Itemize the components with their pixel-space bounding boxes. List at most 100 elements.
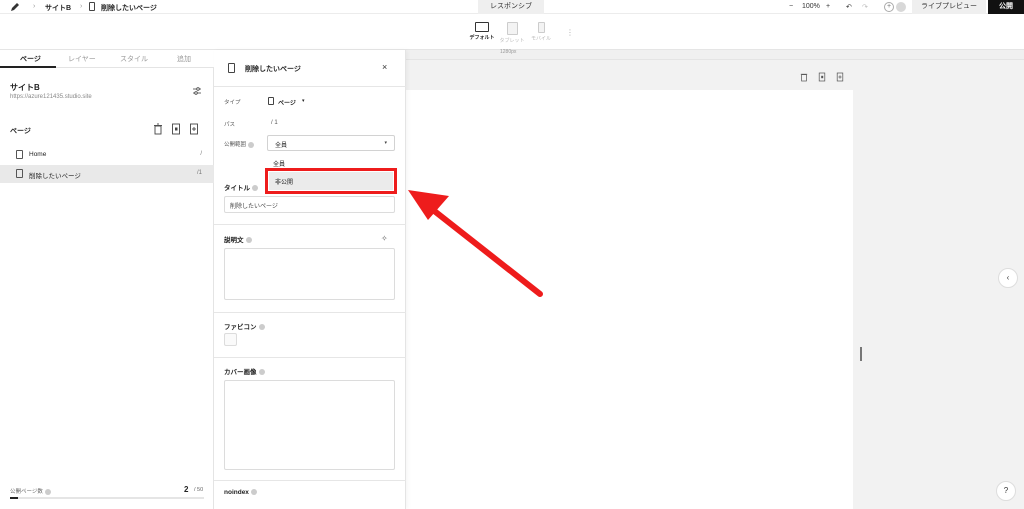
page-icon [16, 150, 23, 159]
site-name: サイトB [10, 83, 40, 92]
ruler-width-label: 1280px [500, 49, 517, 55]
published-pages-max: / 50 [194, 487, 204, 493]
device-bar: デフォルト タブレット モバイル ⋮ [0, 14, 1024, 50]
tab-styles[interactable]: スタイル [120, 54, 148, 64]
redo-icon[interactable]: ↷ [862, 3, 868, 11]
tablet-icon [506, 22, 518, 35]
publish-button[interactable]: 公開 [988, 0, 1024, 14]
divider [214, 224, 406, 225]
live-preview-button[interactable]: ライブプレビュー [912, 0, 986, 14]
ai-sparkle-icon[interactable]: ✧ [381, 234, 388, 243]
settings-title: 削除したいページ [245, 66, 301, 73]
noindex-label-text: noindex [224, 489, 249, 496]
left-tabs: ページ レイヤー スタイル 追加 [0, 50, 214, 68]
chevron-right-icon: › [80, 3, 83, 10]
divider [214, 357, 406, 358]
breadcrumb-page[interactable]: 削除したいページ [101, 3, 157, 13]
resize-handle[interactable] [860, 347, 862, 361]
path-label: パス [224, 122, 236, 128]
help-icon[interactable] [258, 369, 265, 376]
help-icon[interactable] [245, 237, 252, 244]
divider [214, 480, 406, 481]
collapse-panel-button[interactable]: ‹ [998, 268, 1018, 288]
chevron-down-icon[interactable]: ▾ [302, 98, 305, 104]
description-textarea[interactable] [224, 248, 395, 300]
canvas-duplicate-icon[interactable] [818, 72, 826, 82]
top-bar: › サイトB › 削除したいページ レスポンシブ − 100% + ↶ ↷ + … [0, 0, 1024, 14]
option-everyone[interactable]: 全員 [273, 159, 285, 168]
cover-image-label: カバー画像 [224, 366, 265, 376]
page-list-item[interactable]: 削除したいページ /1 [0, 165, 214, 183]
zoom-out-button[interactable]: − [789, 3, 793, 10]
published-pages-count: 2 [184, 485, 189, 494]
mobile-icon [537, 22, 545, 33]
favicon-label: ファビコン [224, 321, 265, 331]
highlight-box [265, 168, 397, 194]
device-tablet-label: タブレット [499, 38, 525, 44]
help-icon[interactable] [248, 141, 255, 148]
title-label-text: タイトル [224, 185, 250, 192]
divider [214, 86, 406, 87]
canvas-trash-icon[interactable] [800, 72, 808, 82]
help-icon[interactable] [258, 324, 265, 331]
breadcrumb-site[interactable]: サイトB [45, 3, 71, 13]
duplicate-page-icon[interactable] [171, 123, 181, 135]
visibility-value: 全員 [275, 143, 288, 149]
settings-sliders-icon[interactable] [192, 86, 202, 96]
zoom-level[interactable]: 100% [802, 3, 820, 10]
tab-pages[interactable]: ページ [20, 54, 41, 64]
published-pages-progress [10, 497, 204, 499]
avatar[interactable] [896, 2, 906, 12]
responsive-tab[interactable]: レスポンシブ [478, 0, 544, 14]
cover-image-label-text: カバー画像 [224, 369, 257, 376]
noindex-label: noindex [224, 489, 257, 496]
page-list-item[interactable]: Home / [0, 146, 214, 164]
title-label: タイトル [224, 182, 258, 192]
help-icon[interactable] [252, 185, 258, 192]
zoom-in-button[interactable]: + [826, 3, 830, 10]
path-value[interactable]: / 1 [271, 120, 278, 126]
more-icon[interactable]: ⋮ [566, 28, 574, 37]
trash-icon[interactable] [153, 123, 163, 135]
canvas-page[interactable] [406, 90, 853, 509]
edit-pencil-icon[interactable] [10, 2, 20, 12]
help-icon[interactable] [44, 488, 51, 495]
title-input[interactable]: 削除したいページ [224, 196, 395, 213]
device-mobile-label: モバイル [530, 36, 551, 42]
visibility-select[interactable]: 全員 ▾ [267, 135, 395, 151]
left-panel: ページ レイヤー スタイル 追加 サイトB https://azure12143… [0, 50, 214, 509]
device-default-label: デフォルト [469, 35, 495, 41]
pages-heading: ページ [10, 128, 31, 135]
help-button[interactable]: ? [996, 481, 1016, 501]
chevron-right-icon: › [33, 3, 36, 10]
published-pages-progress-fill [10, 497, 18, 499]
add-page-icon[interactable] [189, 123, 199, 135]
favicon-upload[interactable] [224, 333, 237, 346]
description-label: 説明文 [224, 234, 252, 244]
divider [214, 312, 406, 313]
canvas-add-page-icon[interactable] [836, 72, 844, 82]
close-button[interactable]: × [382, 62, 387, 72]
page-path: /1 [196, 170, 202, 176]
type-label: タイプ [224, 100, 241, 106]
desktop-icon [475, 22, 489, 32]
site-url[interactable]: https://azure121435.studio.site [10, 94, 92, 100]
undo-icon[interactable]: ↶ [846, 3, 852, 11]
favicon-label-text: ファビコン [224, 324, 257, 331]
published-pages-label: 公開ページ数 [10, 487, 51, 495]
tab-add[interactable]: 追加 [177, 54, 191, 64]
tab-layers[interactable]: レイヤー [68, 54, 96, 64]
page-icon [16, 169, 23, 178]
page-name: 削除したいページ [29, 173, 81, 180]
device-default[interactable]: デフォルト [465, 22, 499, 41]
add-collaborator-icon[interactable]: + [884, 2, 894, 12]
device-mobile[interactable]: モバイル [524, 22, 558, 42]
cover-image-upload[interactable] [224, 380, 395, 470]
active-tab-indicator [0, 66, 56, 68]
page-settings-panel: 削除したいページ × タイプ ページ ▾ パス / 1 公開範囲 全員 ▾ タイ… [214, 50, 406, 509]
page-name: Home [29, 151, 47, 158]
help-icon[interactable] [250, 489, 257, 496]
visibility-label: 公開範囲 [224, 140, 255, 148]
description-label-text: 説明文 [224, 237, 244, 244]
type-value[interactable]: ページ [278, 98, 296, 107]
